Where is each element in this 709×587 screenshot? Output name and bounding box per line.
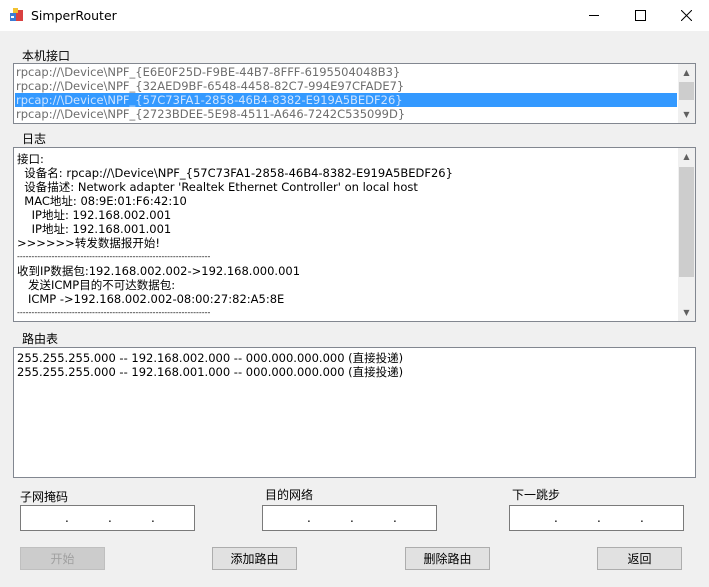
start-button[interactable]: 开始 [20,547,105,570]
log-line: 设备描述: Network adapter 'Realtek Ethernet … [17,180,418,194]
log-line: MAC地址: 08:9E:01:F6:42:10 [17,194,187,208]
log-line: 设备名: rpcap://\Device\NPF_{57C73FA1-2858-… [17,166,453,180]
close-icon [680,10,692,21]
log-separator: ----------------------------------------… [17,308,211,317]
minimize-button[interactable] [571,0,617,31]
log-line: ICMP ->192.168.002.002-08:00:27:82:A5:8E [17,292,285,306]
scroll-thumb[interactable] [679,167,694,277]
scroll-down-icon[interactable]: ▼ [678,304,695,321]
route-row[interactable]: 255.255.255.000 -- 192.168.002.000 -- 00… [17,351,403,366]
close-button[interactable] [663,0,709,31]
interface-item[interactable]: rpcap://\Device\NPF_{E6E0F25D-F9BE-44B7-… [16,65,400,79]
back-button[interactable]: 返回 [597,547,682,570]
scroll-thumb[interactable] [679,82,694,100]
title-bar: SimperRouter [0,0,709,31]
maximize-icon [634,10,646,21]
log-label: 日志 [22,132,47,146]
interface-item[interactable]: rpcap://\Device\NPF_{2723BDEE-5E98-4511-… [16,107,405,121]
ip-dot: . [640,511,644,525]
subnet-mask-label: 子网掩码 [20,490,69,504]
interface-item-selected[interactable]: rpcap://\Device\NPF_{57C73FA1-2858-46B4-… [15,93,677,107]
delete-route-button[interactable]: 删除路由 [405,547,490,570]
add-route-button[interactable]: 添加路由 [212,547,297,570]
interface-item[interactable]: rpcap://\Device\NPF_{32AED9BF-6548-4458-… [16,79,404,93]
log-textarea[interactable]: 接口: 设备名: rpcap://\Device\NPF_{57C73FA1-2… [13,147,696,322]
interface-scrollbar[interactable]: ▲ ▼ [678,64,695,123]
app-icon [10,8,23,21]
ip-dot: . [350,511,354,525]
minimize-icon [588,15,599,16]
log-separator: ----------------------------------------… [17,252,211,261]
ip-dot: . [307,511,311,525]
routes-label: 路由表 [22,332,59,346]
maximize-button[interactable] [617,0,663,31]
ip-dot: . [393,511,397,525]
ip-dot: . [554,511,558,525]
route-table-list[interactable]: 255.255.255.000 -- 192.168.002.000 -- 00… [13,347,696,478]
log-line: 发送ICMP目的不可达数据包: [17,278,176,292]
log-line: IP地址: 192.168.001.001 [17,222,172,236]
scroll-down-icon[interactable]: ▼ [678,106,695,123]
subnet-mask-input[interactable]: . . . [20,505,195,531]
scroll-up-icon[interactable]: ▲ [678,148,695,165]
next-hop-input[interactable]: . . . [509,505,684,531]
dest-network-label: 目的网络 [265,488,314,502]
window-title: SimperRouter [31,8,117,23]
log-line: >>>>>>转发数据报开始! [17,236,160,250]
log-line: IP地址: 192.168.002.001 [17,208,172,222]
dest-network-input[interactable]: . . . [262,505,437,531]
log-scrollbar[interactable]: ▲ ▼ [678,148,695,321]
ip-dot: . [151,511,155,525]
scroll-up-icon[interactable]: ▲ [678,64,695,81]
ip-dot: . [108,511,112,525]
log-line: 接口: [17,152,44,166]
interface-list[interactable]: rpcap://\Device\NPF_{E6E0F25D-F9BE-44B7-… [13,63,696,124]
ip-dot: . [597,511,601,525]
next-hop-label: 下一跳步 [512,488,561,502]
route-row[interactable]: 255.255.255.000 -- 192.168.001.000 -- 00… [17,365,403,380]
log-line: 收到IP数据包:192.168.002.002->192.168.000.001 [17,264,301,278]
interfaces-label: 本机接口 [22,49,71,63]
ip-dot: . [65,511,69,525]
